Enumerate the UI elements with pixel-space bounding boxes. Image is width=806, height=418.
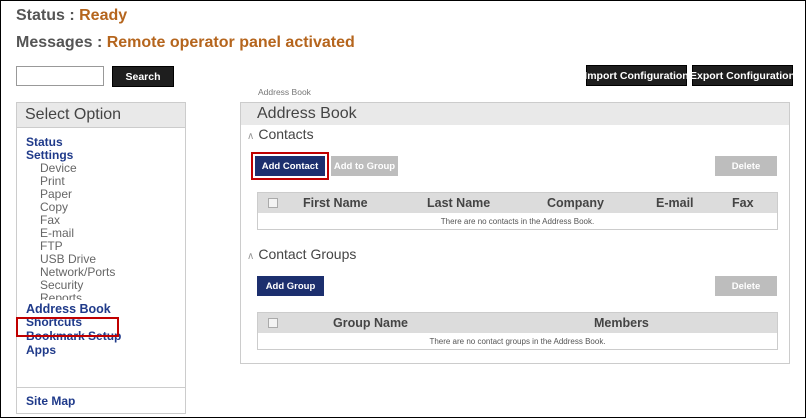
add-contact-button[interactable]: Add Contact bbox=[255, 156, 325, 176]
select-all-contacts-checkbox[interactable] bbox=[268, 198, 278, 208]
column-members[interactable]: Members bbox=[594, 316, 649, 330]
groups-delete-button[interactable]: Delete bbox=[715, 276, 777, 296]
sidebar-item-email[interactable]: E-mail bbox=[40, 227, 74, 239]
sidebar-item-usb-drive[interactable]: USB Drive bbox=[40, 253, 96, 265]
column-last-name[interactable]: Last Name bbox=[427, 196, 490, 210]
contacts-empty-message: There are no contacts in the Address Boo… bbox=[440, 217, 595, 226]
column-fax[interactable]: Fax bbox=[732, 196, 754, 210]
contact-groups-table: Group Name Members There are no contact … bbox=[257, 312, 778, 350]
sidebar-item-apps[interactable]: Apps bbox=[26, 344, 56, 356]
sidebar-item-paper[interactable]: Paper bbox=[40, 188, 72, 200]
import-configuration-button[interactable]: Import Configuration bbox=[584, 65, 689, 86]
sidebar-item-security[interactable]: Security bbox=[40, 279, 83, 291]
site-map-link[interactable]: Site Map bbox=[26, 395, 75, 407]
column-first-name[interactable]: First Name bbox=[303, 196, 368, 210]
contacts-section-title[interactable]: ∧ Contacts bbox=[247, 126, 314, 142]
sidebar-item-copy[interactable]: Copy bbox=[40, 201, 68, 213]
column-company[interactable]: Company bbox=[547, 196, 604, 210]
contacts-delete-button[interactable]: Delete bbox=[715, 156, 777, 176]
sidebar-item-status[interactable]: Status bbox=[26, 136, 63, 148]
column-group-name[interactable]: Group Name bbox=[333, 316, 408, 330]
page-title: Address Book bbox=[257, 105, 357, 122]
messages-line: Messages : Remote operator panel activat… bbox=[16, 34, 355, 52]
export-configuration-button[interactable]: Export Configuration bbox=[690, 65, 795, 86]
groups-empty-message: There are no contact groups in the Addre… bbox=[429, 337, 606, 346]
address-book-highlight bbox=[16, 317, 119, 337]
messages-label: Messages : bbox=[16, 34, 103, 51]
add-to-group-button[interactable]: Add to Group bbox=[331, 156, 398, 176]
sidebar-item-reports[interactable]: Reports bbox=[40, 292, 82, 300]
sidebar-item-settings[interactable]: Settings bbox=[26, 149, 73, 161]
search-input[interactable] bbox=[16, 66, 104, 86]
sidebar-item-device[interactable]: Device bbox=[40, 162, 77, 174]
contact-groups-title-label: Contact Groups bbox=[258, 246, 357, 262]
main-panel: Address Book ∧ Contacts Add Contact Add t… bbox=[240, 102, 790, 364]
status-line: Status : Ready bbox=[16, 7, 127, 25]
sidebar-header: Select Option bbox=[17, 103, 185, 128]
contact-groups-section-title[interactable]: ∧ Contact Groups bbox=[247, 246, 356, 262]
main-header: Address Book bbox=[241, 103, 789, 125]
collapse-chevron-icon: ∧ bbox=[247, 131, 255, 142]
sidebar-title: Select Option bbox=[25, 106, 122, 123]
sidebar-divider bbox=[17, 387, 185, 388]
search-button[interactable]: Search bbox=[112, 66, 174, 87]
breadcrumb: Address Book bbox=[258, 87, 311, 97]
status-value: Ready bbox=[79, 7, 128, 24]
select-all-groups-checkbox[interactable] bbox=[268, 318, 278, 328]
sidebar-item-network-ports[interactable]: Network/Ports bbox=[40, 266, 115, 278]
contacts-table-header: First Name Last Name Company E-mail Fax bbox=[258, 193, 777, 213]
sidebar-item-print[interactable]: Print bbox=[40, 175, 65, 187]
add-group-button[interactable]: Add Group bbox=[257, 276, 324, 296]
collapse-chevron-icon: ∧ bbox=[247, 251, 255, 262]
sidebar-item-fax[interactable]: Fax bbox=[40, 214, 60, 226]
contacts-title-label: Contacts bbox=[258, 126, 314, 142]
status-label: Status : bbox=[16, 7, 75, 24]
contacts-table: First Name Last Name Company E-mail Fax … bbox=[257, 192, 778, 230]
sidebar-item-ftp[interactable]: FTP bbox=[40, 240, 63, 252]
sidebar-item-address-book[interactable]: Address Book bbox=[26, 303, 111, 316]
column-email[interactable]: E-mail bbox=[656, 196, 694, 210]
sidebar: Select Option Status Settings Device Pri… bbox=[16, 102, 186, 414]
messages-value: Remote operator panel activated bbox=[106, 34, 355, 51]
contact-groups-table-header: Group Name Members bbox=[258, 313, 777, 333]
